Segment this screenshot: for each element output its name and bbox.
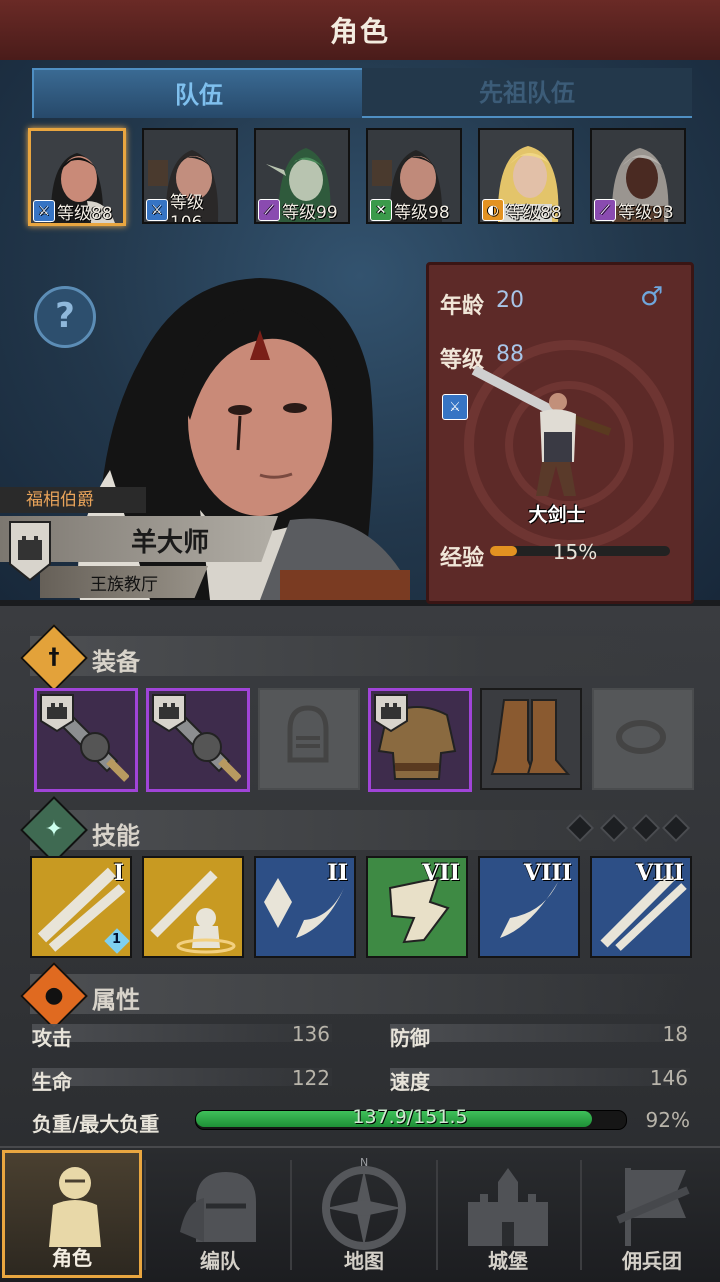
nav-map[interactable]: N 地图 (294, 1150, 434, 1278)
nav-label: 编队 (200, 1249, 240, 1273)
equip-slot-boots[interactable] (480, 688, 582, 790)
party-level: 等级88 (57, 203, 113, 224)
party-member-2[interactable]: ⚔ 等级106 (142, 128, 238, 224)
class-name: 大剑士 (528, 504, 586, 526)
banner-icon (616, 1168, 690, 1246)
party-level: 等级106 (169, 192, 204, 224)
equipment-title: 装备 (92, 648, 140, 676)
defense-value: 18 (662, 1022, 688, 1046)
party-level: 等级99 (282, 202, 338, 223)
castle-icon (468, 1168, 548, 1246)
skill-slot-2[interactable] (142, 856, 244, 958)
equip-slot-weapon-2[interactable] (146, 688, 250, 792)
staff-class-icon: ⟋ (258, 199, 280, 221)
defense-label: 防御 (390, 1026, 430, 1050)
shield-class-icon: ◐ (482, 199, 504, 221)
skill-badge: 1 (112, 932, 122, 947)
skill-rank: VIII (524, 860, 572, 886)
skill-rank: VII (422, 860, 460, 886)
exp-bar-fill (490, 546, 517, 556)
helmet-group-icon (180, 1172, 256, 1242)
skill-rank: II (327, 860, 348, 886)
speed-value: 146 (649, 1066, 688, 1090)
exp-percent: 15% (552, 540, 598, 564)
nav-character[interactable]: 角色 (2, 1150, 142, 1278)
party-level: 等级98 (394, 202, 450, 223)
sword-class-icon: ⚔ (146, 199, 168, 221)
attack-value: 136 (291, 1022, 330, 1046)
party-member-5[interactable]: ◐ 等级88 (478, 128, 574, 224)
equip-slot-ring[interactable] (592, 688, 694, 790)
tab-ancestor-team[interactable]: 先祖队伍 (362, 68, 692, 118)
hp-value: 122 (291, 1066, 330, 1090)
nav-label: 佣兵团 (622, 1249, 682, 1273)
skill-rank: I (113, 860, 124, 886)
load-label: 负重/最大负重 (32, 1112, 160, 1136)
compass-icon: N (322, 1156, 406, 1250)
equip-slot-armor[interactable] (368, 688, 472, 792)
ring-icon (616, 720, 666, 754)
page-title: 角色 (329, 15, 390, 48)
crossed-swords-class-icon: ✕ (370, 199, 392, 221)
boots-icon (490, 699, 571, 775)
skill-rank: VIII (636, 860, 684, 886)
male-icon: ♂ (640, 282, 664, 312)
tab-team[interactable]: 队伍 (32, 68, 366, 118)
equip-slot-weapon-1[interactable] (34, 688, 138, 792)
skill-slot-5[interactable]: VIII (478, 856, 580, 958)
castle-crest-icon (9, 521, 51, 582)
sword-aura-icon (150, 870, 236, 954)
party-member-1[interactable]: ⚔ 等级88 (28, 128, 126, 226)
nav-mercenaries[interactable]: 佣兵团 (582, 1150, 720, 1278)
nav-label: 城堡 (488, 1249, 528, 1273)
attack-label: 攻击 (32, 1026, 72, 1050)
skills-title: 技能 (92, 822, 140, 850)
sword-class-icon: ⚔ (442, 394, 468, 420)
greatsword-icon (152, 694, 242, 782)
skill-slot-1[interactable]: I 1 (30, 856, 132, 958)
hp-label: 生命 (32, 1070, 72, 1094)
class-figure (471, 365, 612, 496)
knight-icon (49, 1167, 101, 1247)
helmet-icon (287, 705, 329, 763)
age-value: 20 (496, 288, 524, 313)
greatsword-icon (40, 694, 130, 782)
character-house: 王族教厅 (90, 575, 158, 595)
party-member-4[interactable]: ✕ 等级98 (366, 128, 462, 224)
exp-label: 经验 (440, 546, 485, 571)
nav-formation[interactable]: 编队 (150, 1150, 290, 1278)
speed-label: 速度 (390, 1070, 430, 1094)
staff-class-icon: ⟋ (594, 199, 616, 221)
svg-text:N: N (360, 1156, 368, 1169)
party-member-6[interactable]: ⟋ 等级93 (590, 128, 686, 224)
nav-castle[interactable]: 城堡 (438, 1150, 578, 1278)
equip-slot-helmet[interactable] (258, 688, 360, 790)
nav-divider (144, 1160, 146, 1270)
skill-slot-4[interactable]: VII (366, 856, 468, 958)
party-member-3[interactable]: ⟋ 等级99 (254, 128, 350, 224)
age-label: 年龄 (440, 294, 485, 319)
leather-armor-icon (374, 694, 457, 780)
sword-class-icon: ⚔ (33, 200, 55, 222)
nav-label: 地图 (344, 1249, 384, 1273)
load-value: 137.9/151.5 (352, 1106, 468, 1128)
character-title: 福相伯爵 (0, 487, 146, 513)
top-header: 角色 (0, 0, 720, 63)
skill-slot-6[interactable]: VIII (590, 856, 692, 958)
nav-label: 角色 (52, 1246, 92, 1270)
party-level: 等级93 (618, 202, 674, 223)
nav-divider (290, 1160, 292, 1270)
attributes-title: 属性 (92, 986, 140, 1014)
skill-slot-3[interactable]: II (254, 856, 356, 958)
party-level: 等级88 (506, 202, 562, 223)
character-name: 羊大师 (130, 528, 209, 558)
load-percent: 92% (645, 1108, 690, 1132)
